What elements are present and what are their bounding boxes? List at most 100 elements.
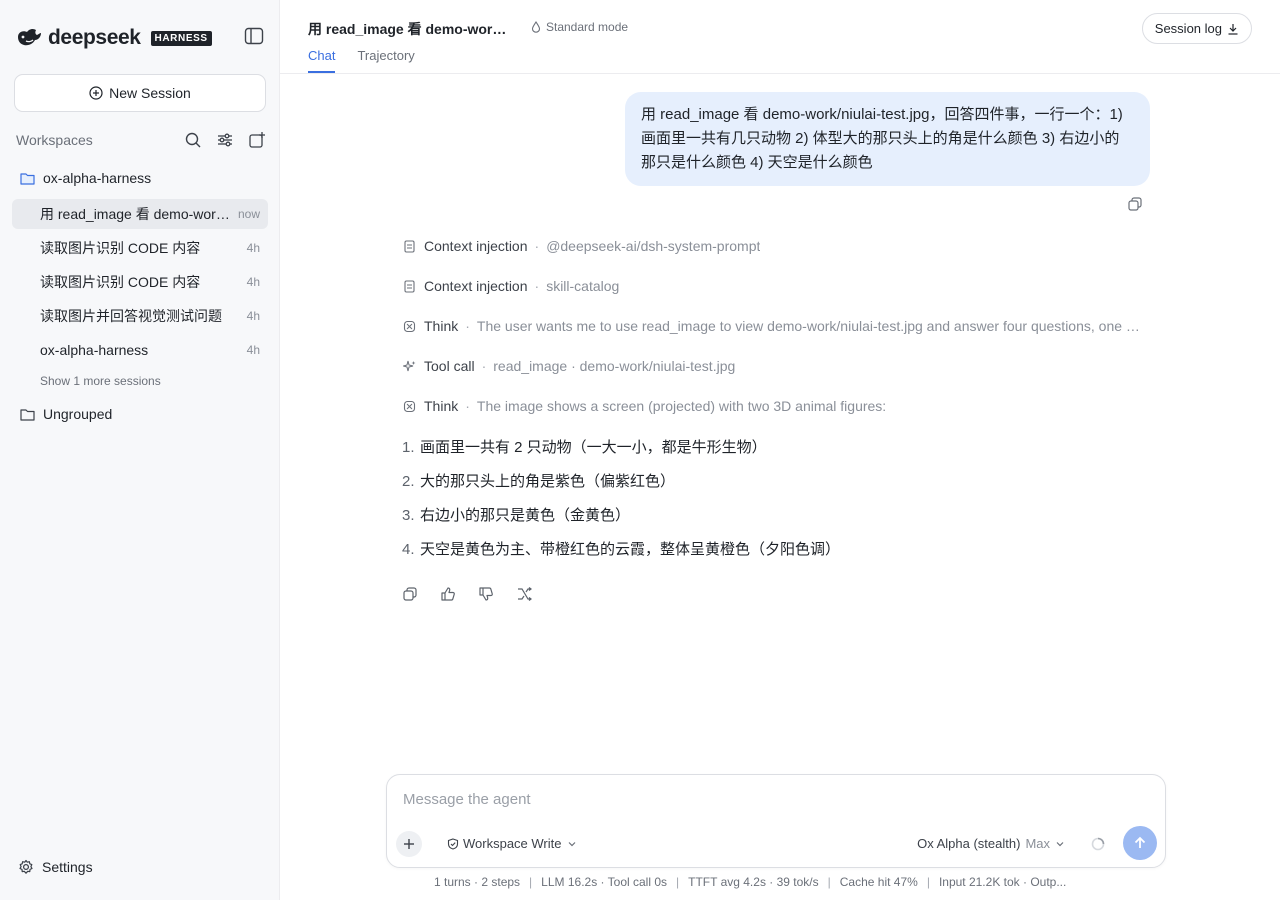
mode-label: Standard mode <box>546 20 629 34</box>
folder-icon <box>20 408 35 421</box>
step-kind: Context injection <box>424 278 528 294</box>
shield-check-icon <box>447 837 459 850</box>
step-separator: · <box>534 238 540 254</box>
thumbs-down-icon[interactable] <box>478 586 494 602</box>
whale-logo-icon <box>18 28 41 46</box>
new-folder-icon[interactable] <box>248 131 266 149</box>
session-item[interactable]: 读取图片识别 CODE 内容 4h <box>12 233 268 263</box>
session-time: now <box>237 207 260 221</box>
session-time: 4h <box>246 241 260 255</box>
step-detail: @deepseek-ai/dsh-system-prompt <box>546 238 761 254</box>
download-icon <box>1228 23 1238 35</box>
session-time: 4h <box>246 343 260 357</box>
step-context-injection[interactable]: Context injection · skill-catalog <box>403 276 619 296</box>
permission-label: Workspace Write <box>463 836 562 851</box>
step-tool-call[interactable]: Tool call · read_image · demo-work/niula… <box>403 356 735 376</box>
permission-dropdown[interactable]: Workspace Write <box>447 836 578 851</box>
settings-label: Settings <box>42 859 93 875</box>
step-think[interactable]: Think · The image shows a screen (projec… <box>403 396 886 416</box>
step-kind: Think <box>424 398 459 414</box>
droplet-icon <box>531 21 541 33</box>
new-session-label: New Session <box>109 85 191 101</box>
ungrouped-group[interactable]: Ungrouped <box>20 406 112 422</box>
list-number: 2. <box>402 473 415 490</box>
stat-separator: | <box>676 875 680 889</box>
message-actions <box>402 586 532 602</box>
session-time: 4h <box>246 309 260 323</box>
branch-icon[interactable] <box>516 586 532 602</box>
plus-circle-icon <box>89 86 103 100</box>
ungrouped-label: Ungrouped <box>43 406 113 422</box>
session-item[interactable]: ox-alpha-harness 4h <box>12 335 268 365</box>
step-think[interactable]: Think · The user wants me to use read_im… <box>403 316 1147 336</box>
send-button[interactable] <box>1123 826 1157 860</box>
search-icon[interactable] <box>184 131 202 149</box>
message-input[interactable] <box>403 791 1143 808</box>
workspaces-label: Workspaces <box>16 132 93 148</box>
user-message-bubble: 用 read_image 看 demo-work/niulai-test.jpg… <box>625 92 1150 186</box>
step-separator: · <box>534 278 540 294</box>
show-more-sessions-link[interactable]: Show 1 more sessions <box>40 374 161 388</box>
step-context-injection[interactable]: Context injection · @deepseek-ai/dsh-sys… <box>403 236 760 256</box>
copy-icon[interactable] <box>402 586 418 602</box>
session-item[interactable]: 用 read_image 看 demo-work/niulai-test.jpg… <box>12 199 268 229</box>
brand-tag: HARNESS <box>150 30 212 46</box>
tab-bar: Chat Trajectory <box>308 48 415 73</box>
sidebar-toggle-icon[interactable] <box>244 27 264 45</box>
reasoning-level: Max <box>1025 836 1050 851</box>
session-time: 4h <box>246 275 260 289</box>
session-title: 用 read_image 看 demo-work/niulai-test.jpg… <box>40 206 232 222</box>
document-icon <box>404 279 415 293</box>
list-number: 3. <box>402 507 415 524</box>
mode-indicator[interactable]: Standard mode <box>530 20 628 34</box>
brand-logo[interactable]: deepseek HARNESS <box>16 26 212 50</box>
stat-latency: LLM 16.2s · Tool call 0s <box>541 875 668 889</box>
settings-button[interactable]: Settings <box>18 859 93 875</box>
stat-separator: | <box>529 875 533 889</box>
new-session-button[interactable]: New Session <box>14 74 266 112</box>
session-title: 读取图片并回答视觉测试问题 <box>40 308 222 324</box>
session-log-label: Session log <box>1154 21 1222 36</box>
session-title: 读取图片识别 CODE 内容 <box>40 274 201 290</box>
thumbs-up-icon[interactable] <box>440 586 456 602</box>
list-item: 2. 大的那只头上的角是紫色（偏紫红色） <box>402 470 840 504</box>
plus-icon <box>404 839 414 849</box>
sparkle-icon <box>403 360 416 371</box>
model-label: Ox Alpha (stealth) <box>917 836 1021 851</box>
stat-turns: 1 turns · 2 steps <box>434 875 521 889</box>
list-number: 1. <box>402 439 415 456</box>
stat-tokens: Input 21.2K tok · Outp... <box>938 875 1067 889</box>
copy-icon[interactable] <box>1127 196 1143 212</box>
session-title: ox-alpha-harness <box>40 342 149 358</box>
step-separator: · <box>465 398 470 414</box>
tab-chat[interactable]: Chat <box>308 48 336 73</box>
arrow-up-icon <box>1134 836 1146 848</box>
step-separator: · <box>481 358 487 374</box>
document-icon <box>404 239 415 253</box>
step-detail: skill-catalog <box>546 278 620 294</box>
assistant-answer: 1. 画面里一共有 2 只动物（一大一小，都是牛形生物） 2. 大的那只头上的角是紫… <box>402 436 840 572</box>
model-selector[interactable]: Ox Alpha (stealth) Max <box>917 836 1065 851</box>
brand-name: deepseek <box>48 26 141 49</box>
step-detail: read_image · demo-work/niulai-test.jpg <box>493 358 736 374</box>
chevron-down-icon <box>568 841 575 846</box>
session-item[interactable]: 读取图片并回答视觉测试问题 4h <box>12 301 268 331</box>
stat-separator: | <box>827 875 831 889</box>
session-item[interactable]: 读取图片识别 CODE 内容 4h <box>12 267 268 297</box>
list-item: 1. 画面里一共有 2 只动物（一大一小，都是牛形生物） <box>402 436 840 470</box>
step-kind: Think <box>424 318 459 334</box>
gear-icon <box>19 859 33 874</box>
message-composer: Workspace Write Ox Alpha (stealth) Max <box>386 774 1166 868</box>
list-text: 画面里一共有 2 只动物（一大一小，都是牛形生物） <box>420 439 767 456</box>
workspace-group[interactable]: ox-alpha-harness <box>20 170 151 186</box>
workspaces-header: Workspaces <box>16 130 266 150</box>
stat-separator: | <box>926 875 930 889</box>
filter-sliders-icon[interactable] <box>216 131 234 149</box>
attach-button[interactable] <box>396 831 422 857</box>
session-log-button[interactable]: Session log <box>1141 13 1252 44</box>
list-item: 4. 天空是黄色为主、带橙红色的云霞，整体呈黄橙色（夕阳色调） <box>402 538 840 572</box>
sidebar: deepseek HARNESS New Session Workspaces <box>0 0 280 900</box>
tab-trajectory[interactable]: Trajectory <box>357 48 414 73</box>
run-stats: 1 turns · 2 steps | LLM 16.2s · Tool call … <box>434 875 1124 889</box>
top-bar: 用 read_image 看 demo-work/niulai-test.jpg… <box>280 0 1280 74</box>
